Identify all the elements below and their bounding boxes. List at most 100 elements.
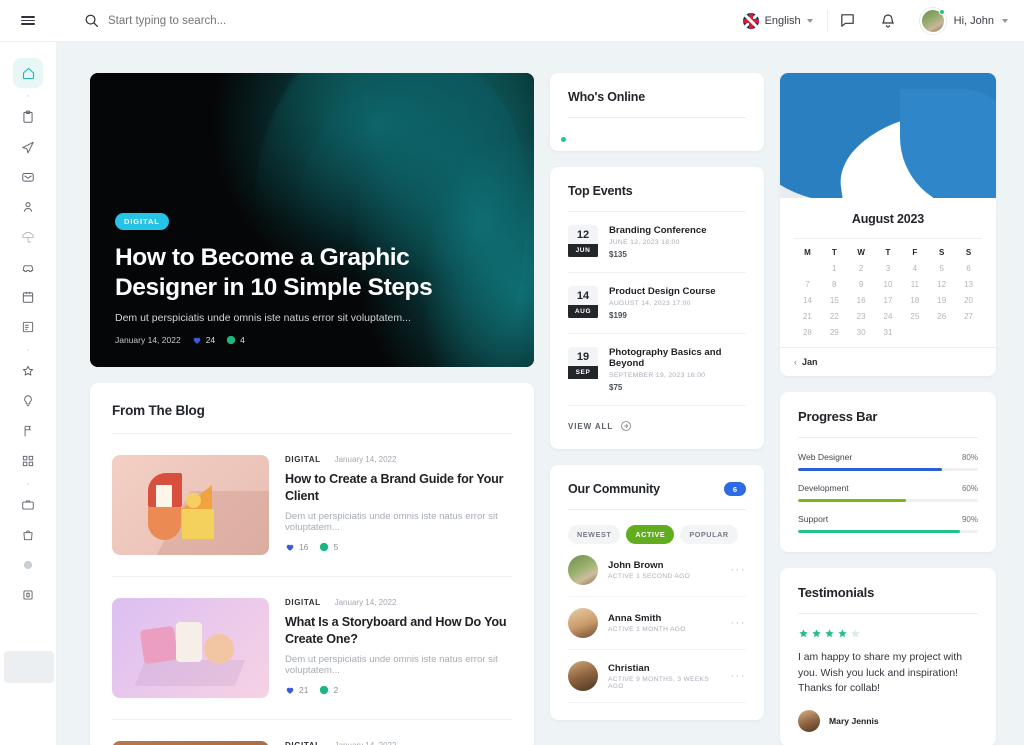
community-member-row[interactable]: Anna Smith ACTIVE 1 MONTH AGO ··· — [568, 597, 746, 650]
member-name[interactable]: John Brown — [608, 560, 721, 571]
sidebar-scrollbar[interactable] — [4, 651, 54, 683]
blog-post-title[interactable]: What Is a Storyboard and How Do You Crea… — [285, 614, 512, 647]
calendar-day[interactable]: 8 — [821, 280, 848, 289]
blog-post-title[interactable]: How to Create a Brand Guide for Your Cli… — [285, 471, 512, 504]
sidebar-item-user[interactable] — [13, 192, 43, 222]
calendar-day[interactable]: 25 — [901, 312, 928, 321]
calendar-day[interactable]: 26 — [928, 312, 955, 321]
calendar-day[interactable]: 6 — [955, 264, 982, 273]
search-input[interactable] — [108, 14, 388, 27]
calendar-day[interactable]: 7 — [794, 280, 821, 289]
blog-post-row[interactable]: DIGITAL January 14, 2022 How to Create a… — [112, 434, 512, 577]
blog-post-thumbnail[interactable] — [112, 455, 269, 555]
calendar-day[interactable]: 1 — [821, 264, 848, 273]
sidebar-item-car[interactable] — [13, 252, 43, 282]
sidebar-item-grid[interactable] — [13, 446, 43, 476]
sidebar-item-star[interactable] — [13, 356, 43, 386]
hero-featured-post[interactable]: DIGITAL How to Become a Graphic Designer… — [90, 73, 534, 367]
calendar-day[interactable]: 15 — [821, 296, 848, 305]
calendar-day[interactable]: 18 — [901, 296, 928, 305]
calendar-day[interactable]: 31 — [875, 328, 902, 337]
sidebar-item-box[interactable] — [13, 580, 43, 610]
hamburger-icon[interactable] — [0, 14, 56, 27]
calendar-day[interactable]: 23 — [848, 312, 875, 321]
hero-category-badge[interactable]: DIGITAL — [115, 213, 169, 231]
sidebar-item-calendar[interactable] — [13, 282, 43, 312]
blog-post-row[interactable]: DIGITAL January 14, 2022 — [112, 720, 512, 745]
calendar-day[interactable]: 16 — [848, 296, 875, 305]
blog-post-comment-count[interactable]: 2 — [319, 685, 338, 695]
blog-post-row[interactable]: DIGITAL January 14, 2022 What Is a Story… — [112, 577, 512, 720]
sidebar-item-flag[interactable] — [13, 416, 43, 446]
sidebar-item-rocket[interactable] — [13, 132, 43, 162]
calendar-day[interactable]: 24 — [875, 312, 902, 321]
tab-active[interactable]: ACTIVE — [626, 525, 675, 544]
sidebar-item-briefcase[interactable] — [13, 490, 43, 520]
tab-popular[interactable]: POPULAR — [680, 525, 738, 544]
sidebar-item-clipboard[interactable] — [13, 102, 43, 132]
event-name[interactable]: Branding Conference — [609, 225, 746, 236]
event-row[interactable]: 14 AUG Product Design Course AUGUST 14, … — [568, 273, 746, 334]
event-row[interactable]: 19 SEP Photography Basics and Beyond SEP… — [568, 334, 746, 406]
language-selector[interactable]: English — [729, 12, 827, 29]
sidebar-item-home[interactable] — [13, 58, 43, 88]
calendar-day[interactable]: 5 — [928, 264, 955, 273]
calendar-day[interactable]: 4 — [901, 264, 928, 273]
sidebar-item-umbrella[interactable] — [13, 222, 43, 252]
calendar-day[interactable]: 13 — [955, 280, 982, 289]
calendar-day[interactable]: 29 — [821, 328, 848, 337]
event-row[interactable]: 12 JUN Branding Conference JUNE 12, 2023… — [568, 212, 746, 273]
calendar-day[interactable]: 14 — [794, 296, 821, 305]
calendar-day[interactable]: 28 — [794, 328, 821, 337]
calendar-day[interactable]: 27 — [955, 312, 982, 321]
hero-like-count[interactable]: 24 — [192, 335, 215, 345]
calendar-day[interactable]: 21 — [794, 312, 821, 321]
member-options-icon[interactable]: ··· — [731, 564, 747, 576]
calendar-day[interactable]: 17 — [875, 296, 902, 305]
event-name[interactable]: Photography Basics and Beyond — [609, 347, 746, 369]
blog-post-category[interactable]: DIGITAL — [285, 455, 321, 464]
sidebar-item-news[interactable] — [13, 312, 43, 342]
calendar-day[interactable]: 19 — [928, 296, 955, 305]
calendar-day[interactable]: 2 — [848, 264, 875, 273]
member-name[interactable]: Christian — [608, 663, 721, 674]
user-menu[interactable]: Hi, John — [908, 7, 1008, 34]
hero-comment-count[interactable]: 4 — [226, 335, 245, 345]
progress-fill — [798, 468, 942, 471]
calendar-day[interactable]: 12 — [928, 280, 955, 289]
blog-post-comment-count[interactable]: 5 — [319, 542, 338, 552]
blog-post-thumbnail[interactable] — [112, 741, 269, 745]
member-options-icon[interactable]: ··· — [731, 617, 747, 629]
member-avatar[interactable] — [568, 608, 598, 638]
blog-post-like-count[interactable]: 21 — [285, 685, 308, 695]
bell-icon[interactable] — [868, 13, 908, 29]
member-options-icon[interactable]: ··· — [731, 670, 747, 682]
calendar-day[interactable]: 3 — [875, 264, 902, 273]
calendar-day[interactable]: 9 — [848, 280, 875, 289]
calendar-day[interactable]: 10 — [875, 280, 902, 289]
calendar-day[interactable]: 11 — [901, 280, 928, 289]
blog-post-like-count[interactable]: 16 — [285, 542, 308, 552]
member-avatar[interactable] — [568, 661, 598, 691]
blog-post-thumbnail[interactable] — [112, 598, 269, 698]
community-member-row[interactable]: Christian ACTIVE 9 MONTHS, 3 WEEKS AGO ·… — [568, 650, 746, 703]
blog-post-category[interactable]: DIGITAL — [285, 741, 321, 745]
chat-bubble-icon[interactable] — [828, 12, 868, 29]
event-name[interactable]: Product Design Course — [609, 286, 746, 297]
blog-post-category[interactable]: DIGITAL — [285, 598, 321, 607]
community-member-row[interactable]: John Brown ACTIVE 1 SECOND AGO ··· — [568, 544, 746, 597]
sidebar-item-lightbulb[interactable] — [13, 386, 43, 416]
calendar-day[interactable]: 22 — [821, 312, 848, 321]
search-box[interactable] — [84, 13, 729, 28]
calendar-day[interactable]: 20 — [955, 296, 982, 305]
sidebar-item-mail[interactable] — [13, 162, 43, 192]
calendar-prev-month-link[interactable]: ‹ Jan — [780, 347, 996, 376]
tab-newest[interactable]: NEWEST — [568, 525, 621, 544]
calendar-grid[interactable]: M T W T F S S 1 2 3 4 5 6 7 8 9 10 11 12… — [794, 248, 982, 337]
view-all-events-link[interactable]: VIEW ALL — [568, 406, 746, 432]
calendar-day[interactable]: 30 — [848, 328, 875, 337]
member-avatar[interactable] — [568, 555, 598, 585]
sidebar-item-circle[interactable] — [13, 550, 43, 580]
sidebar-item-bag[interactable] — [13, 520, 43, 550]
member-name[interactable]: Anna Smith — [608, 613, 721, 624]
